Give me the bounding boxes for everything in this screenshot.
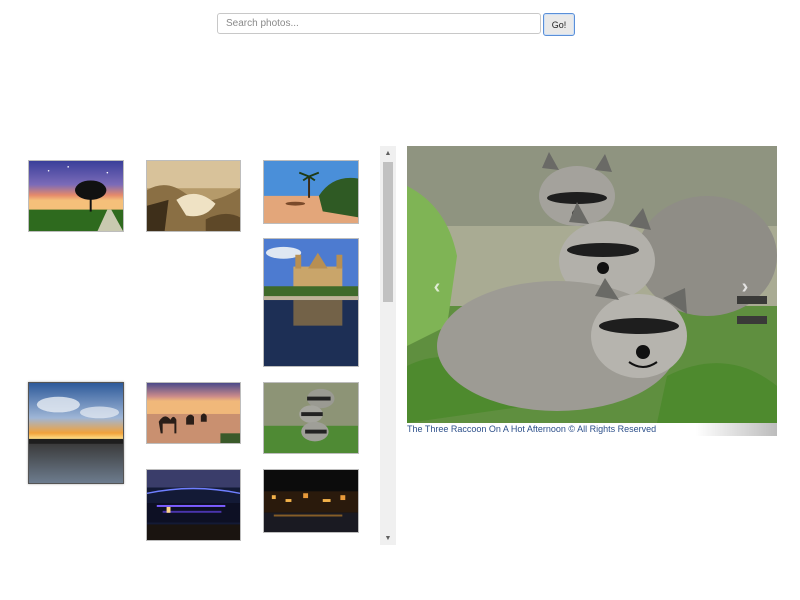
scrollbar-thumb[interactable] bbox=[383, 162, 393, 302]
thumbnail-sunset-reflection[interactable] bbox=[28, 382, 124, 484]
photo-caption: The Three Raccoon On A Hot Afternoon © A… bbox=[407, 424, 657, 434]
photo-viewer: ‹ › bbox=[407, 146, 777, 423]
thumbnail-image bbox=[264, 161, 358, 223]
thumbnail-church-reflection[interactable] bbox=[263, 238, 359, 367]
thumbnail-sepia-waves[interactable] bbox=[146, 160, 241, 232]
search-input[interactable] bbox=[217, 13, 541, 34]
thumbnail-image bbox=[264, 383, 358, 453]
thumbnail-image bbox=[29, 383, 123, 483]
scroll-down-icon[interactable]: ▼ bbox=[380, 531, 396, 545]
thumbnail-image bbox=[147, 470, 240, 540]
thumbnail-image bbox=[147, 161, 240, 231]
thumbnail-image bbox=[264, 470, 358, 532]
thumbnail-tree-at-dusk[interactable] bbox=[28, 160, 124, 232]
caption-bar: The Three Raccoon On A Hot Afternoon © A… bbox=[407, 423, 777, 436]
chevron-left-icon[interactable]: ‹ bbox=[427, 276, 447, 298]
thumbnail-desert-palms[interactable] bbox=[263, 160, 359, 224]
thumbnail-image bbox=[29, 161, 123, 231]
go-button[interactable]: Go! bbox=[543, 13, 575, 36]
chevron-right-icon[interactable]: › bbox=[735, 276, 755, 298]
thumbnail-image bbox=[264, 239, 358, 366]
featured-photo bbox=[407, 146, 777, 423]
thumbnail-raccoons[interactable] bbox=[263, 382, 359, 454]
scroll-up-icon[interactable]: ▲ bbox=[380, 146, 396, 160]
thumbnail-bridge-night[interactable] bbox=[146, 469, 241, 541]
thumbnail-camel-caravan[interactable] bbox=[146, 382, 241, 444]
gallery-scrollbar[interactable]: ▲ ▼ bbox=[380, 146, 396, 545]
thumbnail-image bbox=[147, 383, 240, 443]
thumbnail-harbor-night[interactable] bbox=[263, 469, 359, 533]
